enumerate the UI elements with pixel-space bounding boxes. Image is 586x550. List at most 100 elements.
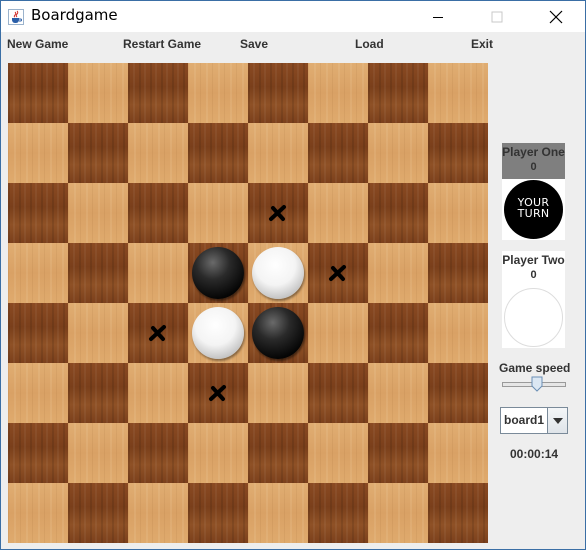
- menu-restart-game[interactable]: Restart Game: [123, 37, 201, 51]
- menu-save[interactable]: Save: [240, 37, 268, 51]
- board-cell[interactable]: [68, 363, 128, 423]
- slider-thumb-icon[interactable]: [531, 376, 543, 392]
- player-two-score: 0: [530, 269, 537, 281]
- board-cell[interactable]: [368, 363, 428, 423]
- board-cell[interactable]: [8, 183, 68, 243]
- java-cup-icon: [8, 9, 24, 25]
- maximize-icon: [491, 11, 503, 22]
- board-cell[interactable]: [428, 363, 488, 423]
- game-board[interactable]: [8, 63, 488, 543]
- board-cell[interactable]: [8, 363, 68, 423]
- player-one-disc: YOUR TURN: [504, 180, 563, 239]
- board-cell[interactable]: [248, 363, 308, 423]
- board-cell[interactable]: [8, 123, 68, 183]
- board-select[interactable]: board1: [500, 407, 568, 434]
- board-cell[interactable]: [428, 423, 488, 483]
- board-cell[interactable]: [428, 243, 488, 303]
- board-cell[interactable]: [128, 243, 188, 303]
- board-cell[interactable]: [368, 123, 428, 183]
- black-disc: [192, 247, 244, 299]
- title-bar[interactable]: Boardgame: [1, 1, 585, 32]
- board-cell[interactable]: [128, 183, 188, 243]
- valid-move-icon: [149, 325, 166, 341]
- player-two-disc-area: [502, 287, 565, 348]
- board-cell[interactable]: [68, 63, 128, 123]
- board-cell[interactable]: [8, 483, 68, 543]
- board-cell[interactable]: [8, 63, 68, 123]
- board-cell[interactable]: [188, 63, 248, 123]
- board-cell[interactable]: [308, 363, 368, 423]
- board-cell[interactable]: [68, 183, 128, 243]
- black-disc: [252, 307, 304, 359]
- board-cell[interactable]: [128, 63, 188, 123]
- chevron-down-icon: [552, 417, 563, 424]
- board-cell[interactable]: [308, 423, 368, 483]
- close-button[interactable]: [533, 1, 579, 32]
- board-cell[interactable]: [188, 123, 248, 183]
- board-cell[interactable]: [248, 123, 308, 183]
- menu-bar: New Game Restart Game Save Load Exit: [1, 32, 585, 55]
- board-cell[interactable]: [368, 483, 428, 543]
- menu-exit[interactable]: Exit: [471, 37, 493, 51]
- board-cell[interactable]: [188, 363, 248, 423]
- board-cell[interactable]: [188, 243, 248, 303]
- board-cell[interactable]: [8, 303, 68, 363]
- board-cell[interactable]: [368, 183, 428, 243]
- boardgame-window: Boardgame New Game Restart Game Save Loa…: [0, 0, 586, 550]
- player-one-score: 0: [530, 161, 537, 173]
- player-one-name: Player One: [502, 145, 565, 159]
- board-cell[interactable]: [428, 303, 488, 363]
- board-cell[interactable]: [428, 183, 488, 243]
- board-cell[interactable]: [368, 243, 428, 303]
- board-cell[interactable]: [68, 243, 128, 303]
- maximize-button[interactable]: [474, 1, 520, 32]
- your-turn-label: YOUR TURN: [517, 196, 550, 220]
- board-cell[interactable]: [308, 243, 368, 303]
- board-cell[interactable]: [368, 63, 428, 123]
- player-two-name: Player Two: [502, 253, 565, 267]
- board-cell[interactable]: [308, 303, 368, 363]
- valid-move-icon: [329, 265, 346, 281]
- board-cell[interactable]: [68, 303, 128, 363]
- board-cell[interactable]: [368, 303, 428, 363]
- player-one-disc-area: YOUR TURN: [502, 179, 565, 240]
- board-cell[interactable]: [188, 423, 248, 483]
- board-cell[interactable]: [248, 63, 308, 123]
- board-cell[interactable]: [248, 423, 308, 483]
- board-cell[interactable]: [68, 123, 128, 183]
- board-cell[interactable]: [428, 63, 488, 123]
- close-icon: [549, 10, 563, 23]
- menu-new-game[interactable]: New Game: [7, 37, 68, 51]
- board-cell[interactable]: [248, 183, 308, 243]
- board-cell[interactable]: [188, 483, 248, 543]
- board-cell[interactable]: [128, 303, 188, 363]
- board-cell[interactable]: [428, 483, 488, 543]
- board-cell[interactable]: [8, 243, 68, 303]
- board-cell[interactable]: [308, 183, 368, 243]
- board-cell[interactable]: [128, 123, 188, 183]
- board-cell[interactable]: [68, 483, 128, 543]
- window-title: Boardgame: [31, 6, 118, 24]
- board-cell[interactable]: [188, 303, 248, 363]
- board-cell[interactable]: [368, 423, 428, 483]
- player-two-disc: [504, 288, 563, 347]
- minimize-button[interactable]: [415, 1, 461, 32]
- board-cell[interactable]: [128, 423, 188, 483]
- game-speed-label: Game speed: [499, 361, 571, 375]
- board-cell[interactable]: [308, 483, 368, 543]
- board-cell[interactable]: [128, 483, 188, 543]
- menu-load[interactable]: Load: [355, 37, 384, 51]
- board-select-button[interactable]: [547, 408, 567, 433]
- board-cell[interactable]: [308, 123, 368, 183]
- board-cell[interactable]: [8, 423, 68, 483]
- board-cell[interactable]: [308, 63, 368, 123]
- board-cell[interactable]: [248, 483, 308, 543]
- minimize-icon: [433, 16, 443, 18]
- board-cell[interactable]: [188, 183, 248, 243]
- board-cell[interactable]: [128, 363, 188, 423]
- board-cell[interactable]: [428, 123, 488, 183]
- board-select-value: board1: [504, 413, 545, 427]
- board-cell[interactable]: [248, 243, 308, 303]
- board-cell[interactable]: [248, 303, 308, 363]
- board-cell[interactable]: [68, 423, 128, 483]
